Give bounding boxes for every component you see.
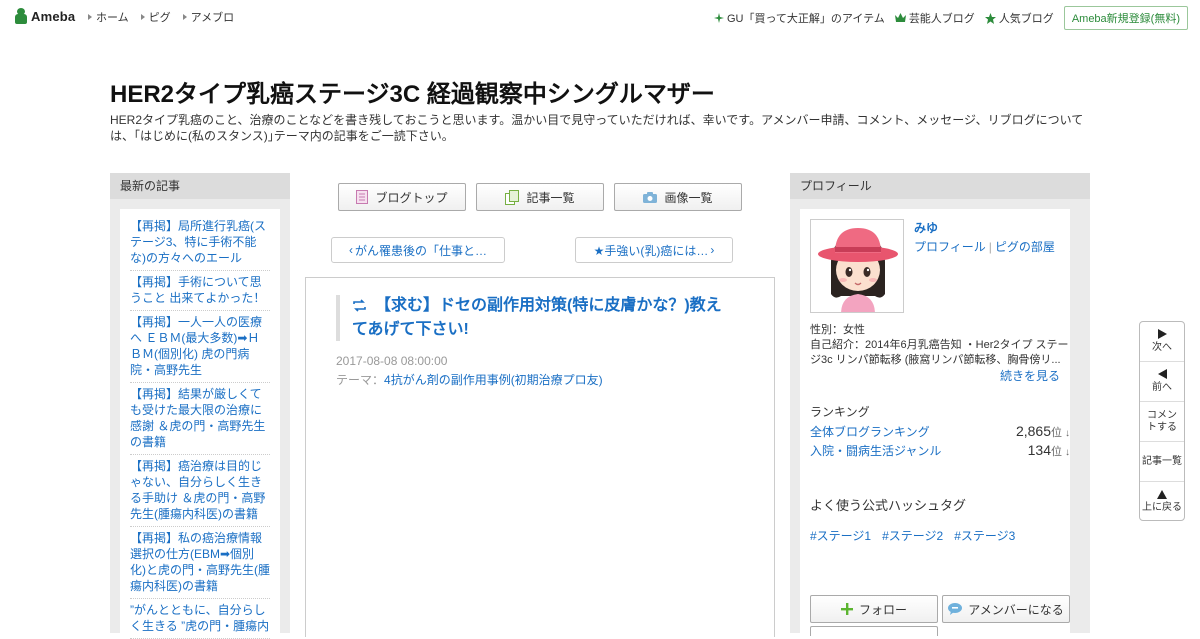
profile-link[interactable]: プロフィール bbox=[914, 240, 986, 254]
ameba-logo[interactable]: Ameba bbox=[14, 7, 75, 25]
hashtag-link[interactable]: #ステージ2 bbox=[882, 527, 943, 544]
article: 【求む】ドセの副作用対策(特に皮膚かな？)教えてあげて下さい! 2017-08-… bbox=[305, 277, 775, 637]
profile-content: みゆ プロフィール | ピグの部屋 性別：女性 自己紹介：2014年6月乳癌告知 ・… bbox=[800, 209, 1070, 639]
celebrity-blog-link[interactable]: 芸能人ブログ bbox=[894, 10, 975, 26]
global-header: Ameba ホーム ピグ アメブロ GU「買って大正解」のアイテム 芸能人ブログ… bbox=[0, 0, 1200, 32]
image-list-button[interactable]: 画像一覧 bbox=[614, 183, 742, 211]
latest-article-link[interactable]: 【再掲】手術について思うこと 出来てよかった！ bbox=[130, 271, 270, 311]
profile-intro: 自己紹介：2014年6月乳癌告知 ・Her2タイプ ステージ3c リンパ節転移 … bbox=[810, 339, 1069, 366]
genre-ranking-link[interactable]: 入院・闘病生活ジャンル bbox=[810, 442, 941, 459]
nav-ameblo[interactable]: アメブロ bbox=[182, 9, 234, 25]
back-to-top-button[interactable]: 上に戻る bbox=[1140, 482, 1184, 520]
article-date: 2017-08-08 08:00:00 bbox=[336, 354, 448, 368]
follow-button[interactable]: フォロー bbox=[810, 595, 938, 623]
latest-articles-heading: 最新の記事 bbox=[110, 173, 290, 199]
latest-article-link[interactable]: 【再掲】局所進行乳癌(ステージ3、特に手術不能な)の方々へのエール bbox=[130, 215, 270, 271]
caret-right-icon bbox=[182, 14, 187, 20]
profile-name[interactable]: みゆ bbox=[914, 219, 938, 236]
article-title[interactable]: 【求む】ドセの副作用対策(特に皮膚かな？)教えてあげて下さい! bbox=[352, 295, 736, 341]
rank-down-icon: ↓ bbox=[1065, 447, 1070, 458]
ranking-title: ランキング bbox=[810, 405, 870, 419]
prev-button[interactable]: 前へ bbox=[1140, 362, 1184, 402]
prev-article-link[interactable]: ‹ がん罹患後の「仕事と… bbox=[331, 237, 505, 263]
latest-article-link[interactable]: 【再掲】結果が厳しくても受けた最大限の治療に感謝 ＆虎の門・高野先生の書籍 bbox=[130, 383, 270, 455]
nav-pigg[interactable]: ピグ bbox=[140, 9, 171, 25]
next-article-link[interactable]: ★手強い(乳)癌には… › bbox=[575, 237, 733, 263]
profile-panel: プロフィール みゆ プロフィール | ピグの部屋 性別：女性 自己紹介：2014… bbox=[790, 173, 1090, 639]
signup-button[interactable]: Ameba新規登録(無料) bbox=[1063, 6, 1188, 30]
ranking-value-group: 2,865位 ↓ bbox=[1016, 423, 1070, 440]
theme-link[interactable]: 4抗がん剤の副作用事例(初期治療プロ友) bbox=[384, 373, 603, 387]
latest-article-link[interactable]: 【再掲】癌治療は目的じゃない、自分らしく生きる手助け ＆虎の門・高野先生(腫瘍内… bbox=[130, 455, 270, 527]
ranking-value: 134 bbox=[1027, 442, 1051, 458]
hashtag-link[interactable]: #ステージ1 bbox=[810, 527, 871, 544]
document-icon bbox=[356, 190, 369, 204]
promo-link[interactable]: GU「買って大正解」のアイテム bbox=[713, 10, 885, 26]
latest-articles-list: 【再掲】局所進行乳癌(ステージ3、特に手術不能な)の方々へのエール 【再掲】手術… bbox=[120, 209, 280, 639]
comment-button[interactable]: コメントする bbox=[1140, 402, 1184, 442]
chevron-left-icon: ‹ bbox=[348, 243, 353, 257]
ranking-row: 全体ブログランキング 2,865位 ↓ bbox=[810, 423, 1070, 440]
latest-articles-panel: 最新の記事 【再掲】局所進行乳癌(ステージ3、特に手術不能な)の方々へのエール … bbox=[110, 173, 290, 639]
speech-bubble-icon bbox=[948, 603, 963, 615]
hashtag-title: よく使う公式ハッシュタグ bbox=[810, 498, 967, 513]
article-list-button[interactable]: 記事一覧 bbox=[476, 183, 604, 211]
avatar[interactable] bbox=[810, 219, 904, 313]
logo-text: Ameba bbox=[31, 8, 76, 24]
profile-links: プロフィール | ピグの部屋 bbox=[914, 238, 1055, 255]
ranking-row: 入院・闘病生活ジャンル 134位 ↓ bbox=[810, 442, 1070, 459]
ranking-value: 2,865 bbox=[1015, 423, 1051, 439]
next-button[interactable]: 次へ bbox=[1140, 322, 1184, 362]
ranking-unit: 位 bbox=[1051, 446, 1062, 458]
chevron-right-icon: › bbox=[710, 243, 715, 257]
ranking-unit: 位 bbox=[1051, 427, 1062, 439]
popular-blog-link[interactable]: 人気ブログ bbox=[984, 10, 1054, 26]
copy-docs-icon bbox=[505, 189, 520, 205]
profile-gender: 性別：女性 bbox=[810, 324, 865, 336]
overall-ranking-link[interactable]: 全体ブログランキング bbox=[810, 423, 930, 440]
reblog-icon bbox=[352, 297, 367, 319]
floating-side-nav: 次へ 前へ コメントする 記事一覧 上に戻る bbox=[1139, 321, 1185, 521]
hashtag-link[interactable]: #ステージ3 bbox=[954, 527, 1015, 544]
message-button[interactable] bbox=[810, 626, 938, 636]
latest-article-link[interactable]: 【再掲】一人一人の医療へ ＥＢＭ(最大多数)➡ＨＢＭ(個別化) 虎の門病院・高野… bbox=[130, 311, 270, 383]
camera-icon bbox=[643, 191, 658, 203]
latest-article-link[interactable]: ”がんとともに、自分らしく生きる ”虎の門・腫瘍内 bbox=[130, 599, 270, 639]
rank-down-icon: ↓ bbox=[1065, 428, 1070, 439]
sparkle-icon bbox=[713, 13, 724, 23]
profile-info: 性別：女性 自己紹介：2014年6月乳癌告知 ・Her2タイプ ステージ3c リ… bbox=[810, 323, 1070, 368]
hashtag-list: #ステージ1 #ステージ2 #ステージ3 bbox=[810, 527, 1015, 544]
nav-home[interactable]: ホーム bbox=[88, 9, 129, 25]
blog-title[interactable]: HER2タイプ乳癌ステージ3C 経過観察中シングルマザー bbox=[110, 74, 715, 109]
article-theme: テーマ：4抗がん剤の副作用事例(初期治療プロ友) bbox=[336, 373, 603, 387]
plus-icon bbox=[840, 603, 853, 615]
profile-heading: プロフィール bbox=[790, 173, 1090, 199]
play-left-icon bbox=[1157, 369, 1167, 379]
amember-button[interactable]: アメンバーになる bbox=[942, 595, 1070, 623]
blog-top-button[interactable]: ブログトップ bbox=[338, 183, 466, 211]
blog-description: HER2タイプ乳癌のこと、治療のことなどを書き残しておこうと思います。温かい目で… bbox=[110, 113, 1084, 143]
link-separator: | bbox=[988, 240, 992, 254]
latest-article-link[interactable]: 【再掲】私の癌治療情報選択の仕方(EBM➡個別化)と虎の門・高野先生(腫瘍内科医… bbox=[130, 527, 270, 599]
global-right-nav: GU「買って大正解」のアイテム 芸能人ブログ 人気ブログ Ameba新規登録(無… bbox=[713, 6, 1188, 30]
article-title-block: 【求む】ドセの副作用対策(特に皮膚かな？)教えてあげて下さい! bbox=[336, 295, 736, 341]
crown-icon bbox=[894, 13, 906, 22]
caret-right-icon bbox=[140, 14, 145, 20]
play-right-icon bbox=[1157, 329, 1167, 339]
ameba-logo-icon bbox=[14, 8, 28, 24]
caret-right-icon bbox=[88, 14, 92, 20]
global-nav: ホーム ピグ アメブロ bbox=[88, 9, 246, 25]
triangle-up-icon bbox=[1157, 490, 1167, 499]
star-icon bbox=[984, 12, 996, 24]
ranking-value-group: 134位 ↓ bbox=[1028, 442, 1070, 459]
read-more-link[interactable]: 続きを見る bbox=[1000, 367, 1060, 384]
side-article-list-button[interactable]: 記事一覧 bbox=[1140, 442, 1184, 482]
pigg-room-link[interactable]: ピグの部屋 bbox=[995, 240, 1055, 254]
